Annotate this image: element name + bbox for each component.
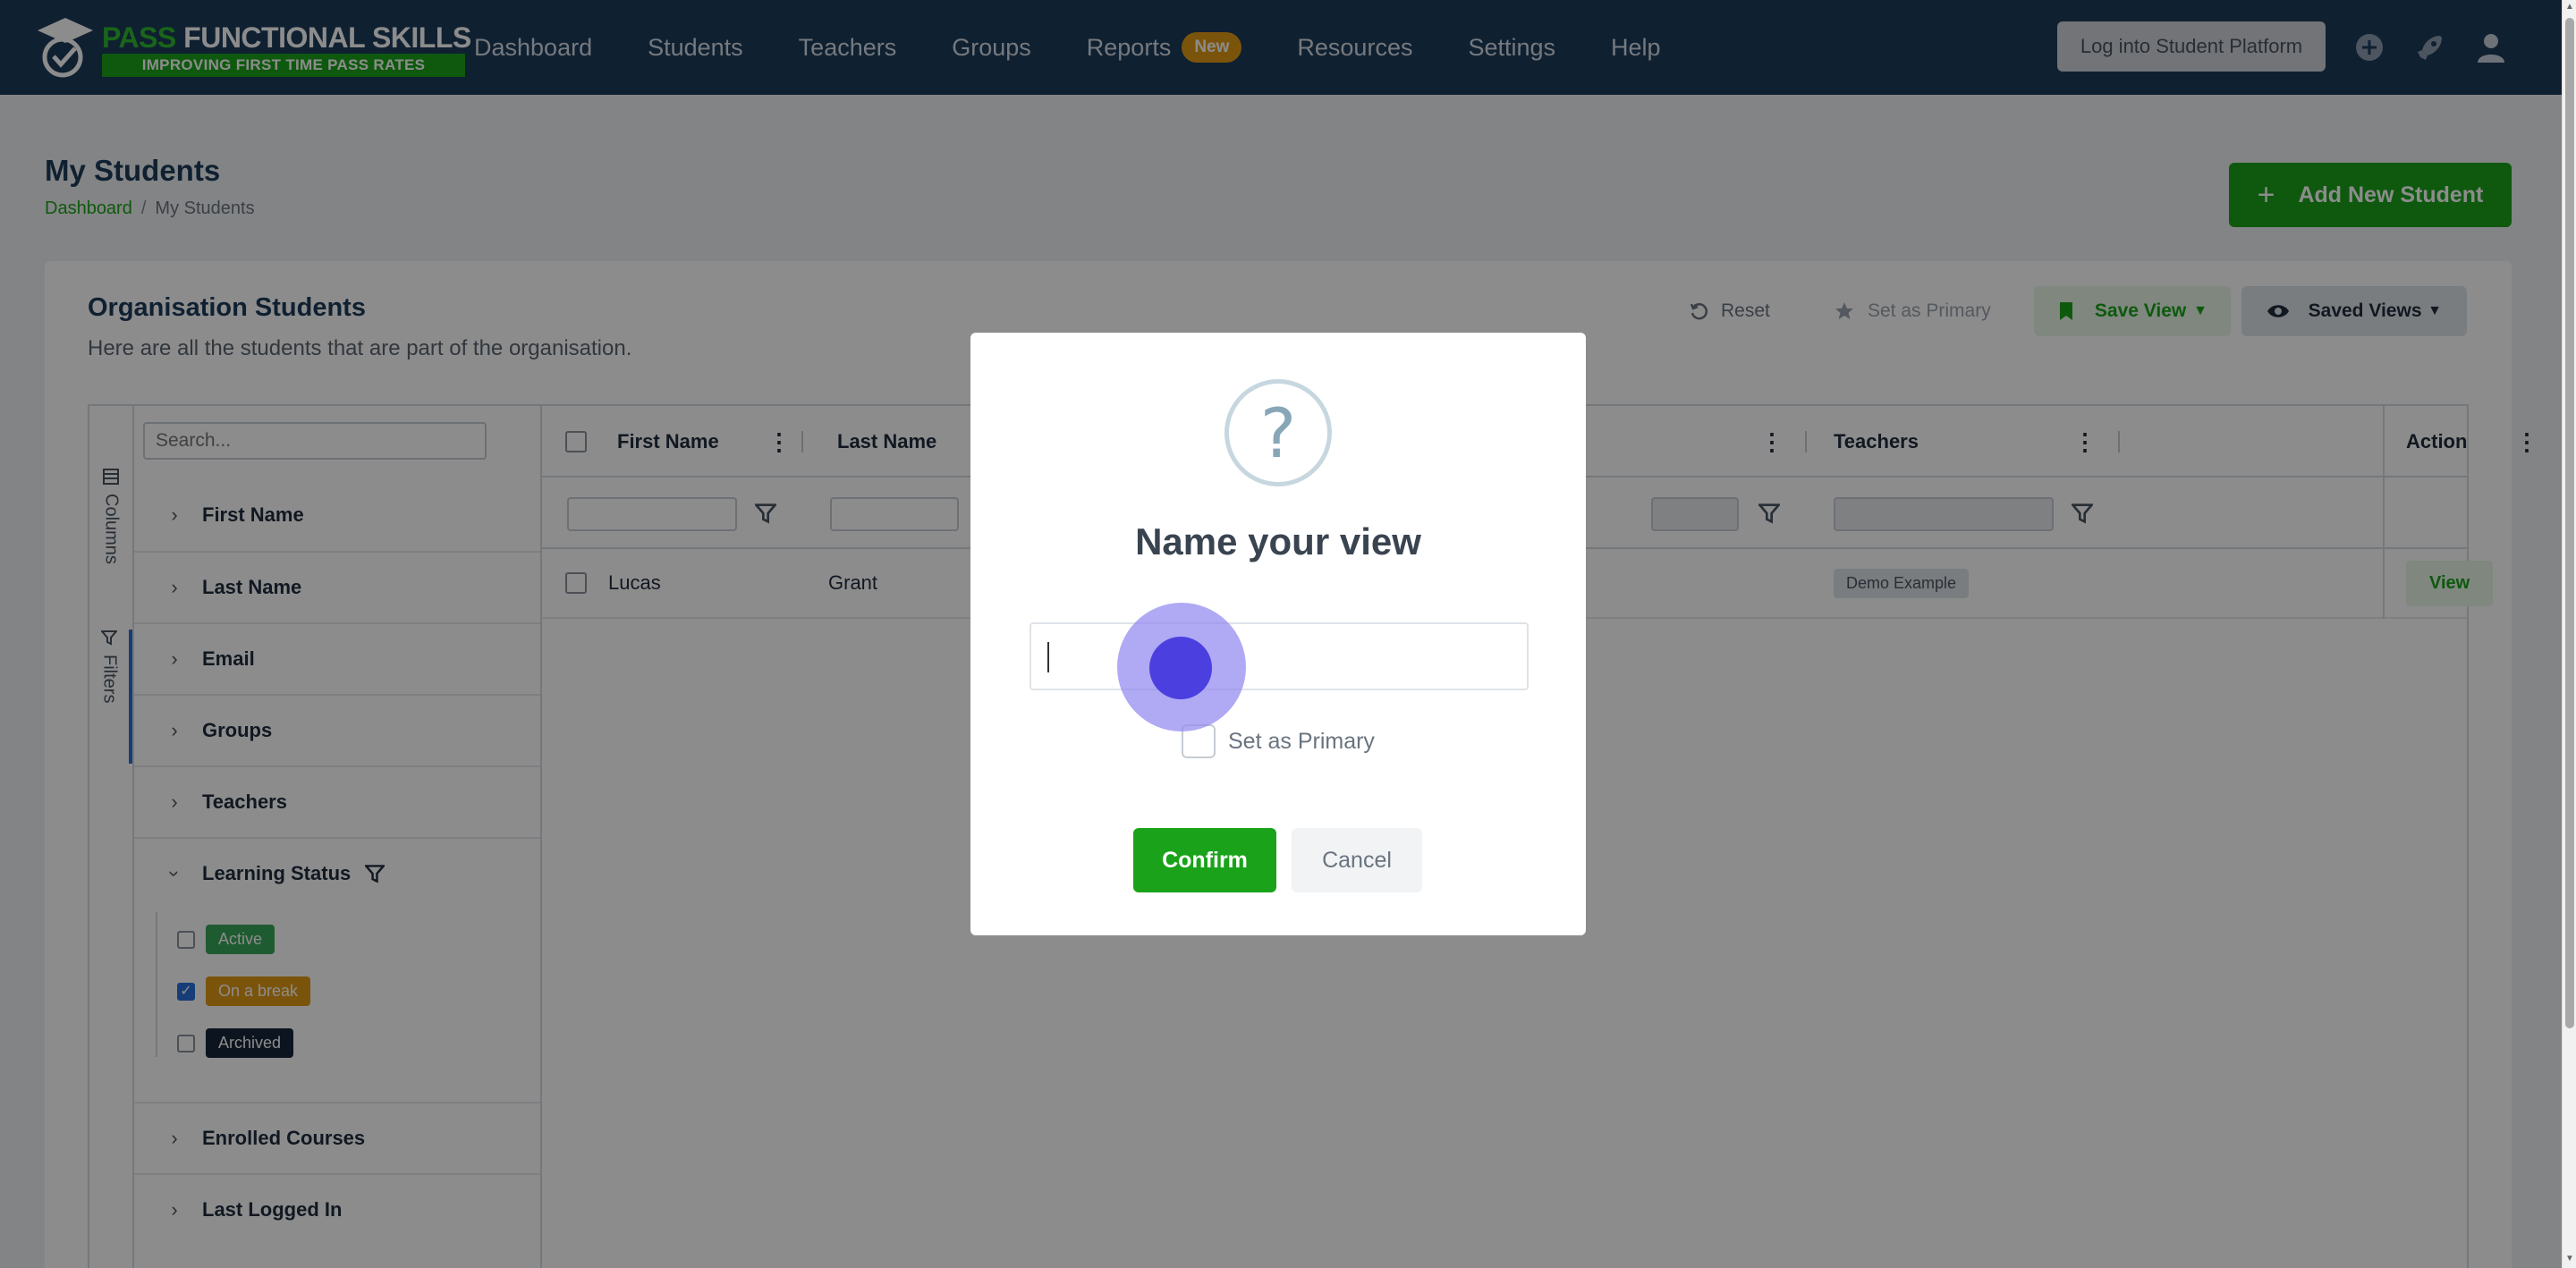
cancel-button[interactable]: Cancel — [1292, 828, 1422, 892]
scroll-thumb[interactable] — [2565, 18, 2574, 1028]
page-scrollbar[interactable]: ▲ ▼ — [2562, 0, 2576, 1268]
confirm-button[interactable]: Confirm — [1133, 828, 1276, 892]
name-view-dialog: ? Name your view Set as Primary Confirm … — [970, 333, 1586, 935]
scroll-down-icon[interactable]: ▼ — [2564, 1254, 2575, 1264]
dialog-title: Name your view — [1135, 520, 1421, 562]
question-icon: ? — [1224, 379, 1332, 486]
scroll-up-icon[interactable]: ▲ — [2564, 2, 2575, 13]
click-indicator-dot — [1149, 637, 1212, 699]
text-caret — [1047, 642, 1049, 672]
view-name-input[interactable] — [1030, 622, 1529, 690]
set-as-primary-checkbox[interactable]: Set as Primary — [1182, 724, 1375, 758]
